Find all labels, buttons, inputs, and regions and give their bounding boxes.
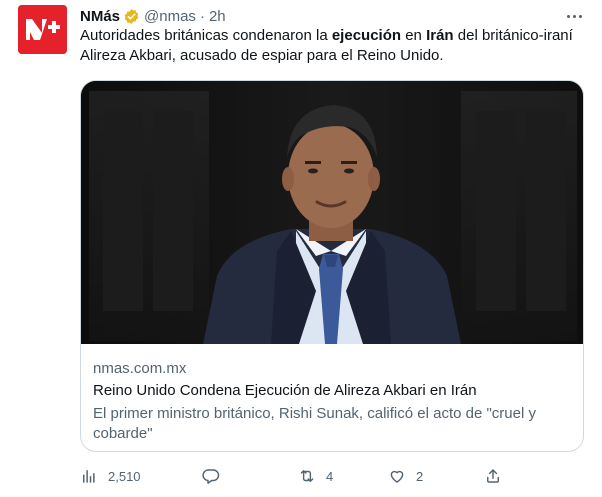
tweet-header: NMás @nmas · 2h (80, 6, 226, 26)
retweet-button[interactable]: 4 (298, 464, 333, 488)
share-button[interactable] (484, 464, 502, 488)
heart-icon (390, 470, 404, 483)
share-icon (487, 469, 499, 483)
tweet-text-bold: ejecución (331, 27, 402, 44)
reply-icon (202, 469, 220, 484)
timestamp[interactable]: 2h (209, 8, 226, 25)
reply-button[interactable] (202, 464, 220, 488)
separator: · (199, 7, 205, 25)
tweet-text-bold: Irán (426, 27, 454, 44)
action-bar: 2,510 4 2 (80, 464, 600, 488)
like-button[interactable]: 2 (388, 464, 423, 488)
tweet-text-segment: en (401, 27, 427, 44)
verified-badge-icon (123, 8, 140, 25)
card-photo (81, 81, 583, 344)
tweet-text: Autoridades británicas condenaron la eje… (80, 26, 590, 66)
views-count: 2,510 (108, 468, 141, 484)
card-title: Reino Unido Condena Ejecución de Alireza… (93, 382, 477, 399)
account-name[interactable]: NMás (80, 8, 120, 25)
tweet[interactable]: NMás @nmas · 2h Autoridades británicas c… (0, 0, 602, 497)
nmas-logo-icon (18, 5, 67, 54)
retweet-count: 4 (326, 468, 334, 484)
like-count: 2 (416, 468, 424, 484)
bar-chart-icon (83, 470, 95, 483)
tweet-text-segment: Autoridades británicas condenaron la (80, 27, 332, 44)
more-options-icon[interactable] (564, 6, 584, 26)
link-card[interactable]: nmas.com.mx Reino Unido Condena Ejecució… (80, 80, 584, 452)
card-description: El primer ministro británico, Rishi Suna… (93, 405, 536, 442)
avatar[interactable] (18, 5, 67, 54)
account-handle[interactable]: @nmas (144, 8, 196, 25)
retweet-icon (300, 470, 314, 482)
card-domain: nmas.com.mx (93, 360, 187, 377)
card-meta: nmas.com.mx Reino Unido Condena Ejecució… (93, 359, 573, 444)
views-button[interactable]: 2,510 (80, 464, 141, 488)
card-image[interactable] (81, 81, 583, 344)
